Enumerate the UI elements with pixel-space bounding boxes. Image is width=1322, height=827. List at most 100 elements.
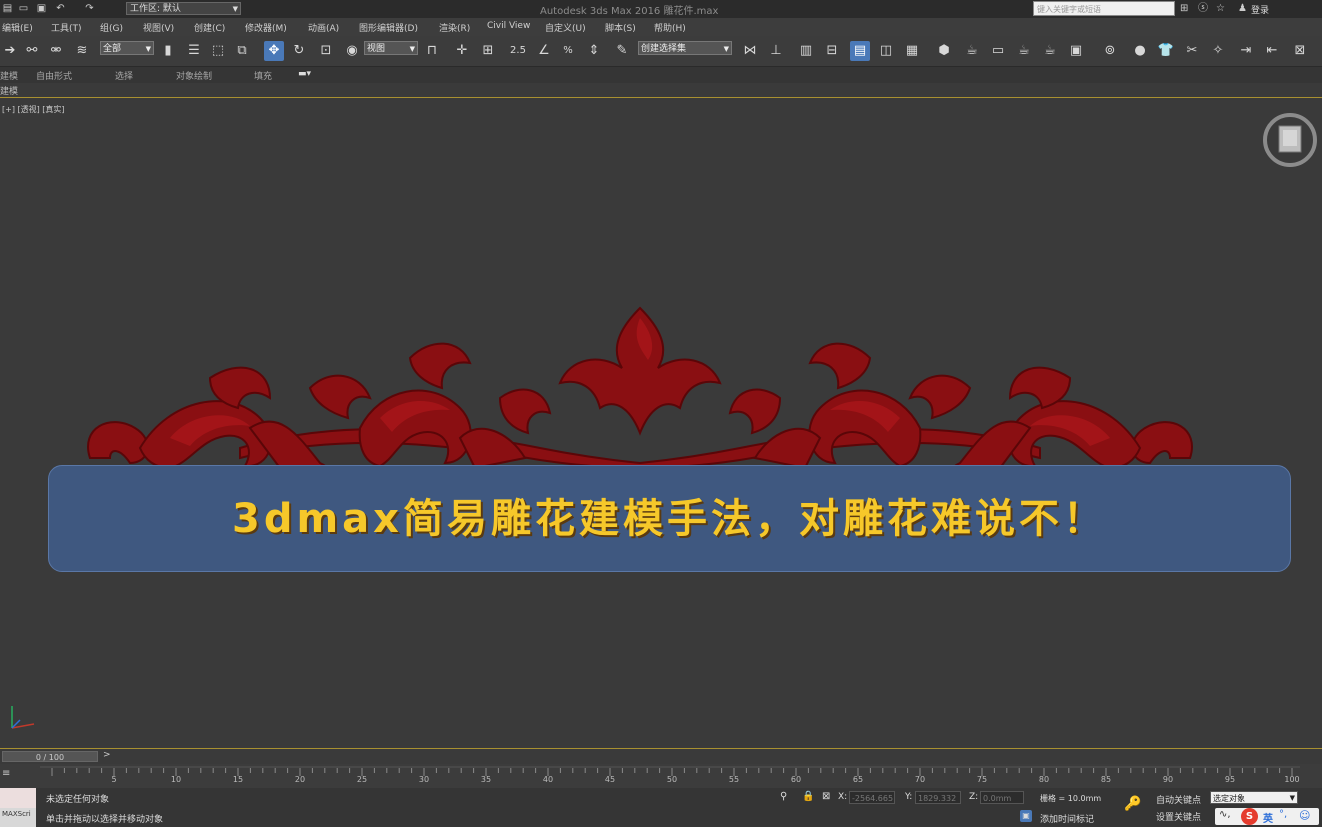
render-online-icon[interactable]: ▣ [1066, 41, 1086, 61]
menu-animation[interactable]: 动画(A) [308, 21, 339, 34]
schematic-view-icon[interactable]: ▦ [902, 41, 922, 61]
import-icon[interactable]: ⇤ [1262, 41, 1282, 61]
maxscript-listener[interactable]: MAXScri [0, 788, 36, 827]
material-editor-icon[interactable]: ⬢ [934, 41, 954, 61]
menu-tools[interactable]: 工具(T) [51, 21, 82, 34]
menu-help[interactable]: 帮助(H) [654, 21, 686, 34]
tab-modeling[interactable]: 建模 [0, 69, 18, 82]
selection-filter-dropdown[interactable]: 全部 ▼ [100, 41, 154, 55]
search-input[interactable]: 键入关键字或短语 [1033, 1, 1175, 16]
rect-selection-icon[interactable]: ⬚ [208, 41, 228, 61]
render-iterative-icon[interactable]: ☕ [1040, 41, 1060, 61]
next-frame-arrow[interactable]: > [103, 750, 111, 760]
perspective-viewport[interactable]: [+] [透视] [真实] 3dmax简易雕花建模手法，对雕花难说不！ [0, 98, 1322, 748]
ime-emoji-icon[interactable]: ☺ [1299, 809, 1310, 822]
x-coordinate-field[interactable]: -2564.665 [849, 791, 895, 804]
track-bar[interactable]: ≡ 5 10 15 20 25 30 35 40 45 50 55 60 65 70 75 80 85 90 95 1… [0, 764, 1322, 788]
menu-modifiers[interactable]: 修改器(M) [245, 21, 287, 34]
open-file-icon[interactable]: ▭ [18, 3, 29, 14]
binoculars-icon[interactable]: ⊞ [1180, 3, 1188, 15]
filter-icon[interactable]: ≡ [2, 768, 10, 779]
link-icon[interactable]: ⚯ [22, 41, 42, 61]
user-icon[interactable]: ♟ [1238, 3, 1247, 15]
wand-icon[interactable]: ✧ [1208, 41, 1228, 61]
render-teapot-icon[interactable]: ☕ [1014, 41, 1034, 61]
export-icon[interactable]: ⇥ [1236, 41, 1256, 61]
menu-scripting[interactable]: 脚本(S) [605, 21, 636, 34]
viewcube[interactable] [1262, 112, 1318, 168]
undo-icon[interactable]: ↶ [55, 3, 66, 14]
ime-toolbar[interactable]: ∿, S 英 °, ☺ [1215, 808, 1319, 825]
scene-explorer-icon[interactable]: ⊟ [822, 41, 842, 61]
key-filter-dropdown[interactable]: 选定对象 ▼ [1210, 791, 1298, 804]
ribbon-options-icon[interactable]: ▬▾ [298, 69, 311, 79]
manipulate-icon[interactable]: ✛ [452, 41, 472, 61]
app-menu-icon[interactable]: ▤ [2, 3, 13, 14]
arrow-right-icon[interactable]: ➔ [0, 41, 20, 61]
workspace-dropdown[interactable]: 工作区: 默认 ▼ [126, 2, 241, 15]
render-setup-icon[interactable]: ☕ [962, 41, 982, 61]
sphere-icon[interactable]: ● [1130, 41, 1150, 61]
select-move-icon[interactable]: ✥ [264, 41, 284, 61]
bind-space-warp-icon[interactable]: ≋ [72, 41, 92, 61]
ime-language[interactable]: 英 [1263, 810, 1273, 825]
rendered-frame-icon[interactable]: ▭ [988, 41, 1008, 61]
select-scale-icon[interactable]: ⊡ [316, 41, 336, 61]
mirror-icon[interactable]: ⋈ [740, 41, 760, 61]
placement-icon[interactable]: ◉ [342, 41, 362, 61]
add-time-tag[interactable]: 添加时间标记 [1040, 812, 1094, 825]
key-icon[interactable]: 🔑 [1124, 796, 1141, 812]
keyboard-shortcut-icon[interactable]: ⊞ [478, 41, 498, 61]
snap-toggle-icon[interactable]: 2.5 [508, 41, 528, 61]
maxscript-input[interactable] [0, 788, 36, 808]
save-file-icon[interactable]: ▣ [36, 3, 47, 14]
time-tag-icon[interactable]: ▣ [1020, 810, 1032, 822]
time-slider[interactable]: 0 / 100 [2, 751, 98, 762]
menu-group[interactable]: 组(G) [100, 21, 123, 34]
percent-snap-icon[interactable]: % [558, 41, 578, 61]
ime-punct-icon[interactable]: °, [1279, 809, 1287, 820]
menu-views[interactable]: 视图(V) [143, 21, 174, 34]
tab-object-paint[interactable]: 对象绘制 [176, 69, 212, 82]
menu-create[interactable]: 创建(C) [194, 21, 225, 34]
menu-graph-editors[interactable]: 图形编辑器(D) [359, 21, 418, 34]
menu-customize[interactable]: 自定义(U) [545, 21, 586, 34]
carved-ornament-model[interactable] [80, 298, 1200, 468]
select-object-icon[interactable]: ▮ [158, 41, 178, 61]
viewport-layout-icon[interactable]: ⊚ [1100, 41, 1120, 61]
spinner-snap-icon[interactable]: ⇕ [584, 41, 604, 61]
menu-civil-view[interactable]: Civil View [487, 21, 530, 31]
lock-icon[interactable]: 🔒 [802, 791, 814, 802]
isolate-icon[interactable]: ⚲ [780, 791, 787, 802]
named-selection-dropdown[interactable]: 创建选择集 ▼ [638, 41, 732, 55]
reference-coordinate-dropdown[interactable]: 视图 ▼ [364, 41, 418, 55]
auto-key-button[interactable]: 自动关键点 [1156, 793, 1201, 806]
tab-freeform[interactable]: 自由形式 [36, 69, 72, 82]
layer-manager-icon[interactable]: ▥ [796, 41, 816, 61]
select-rotate-icon[interactable]: ↻ [289, 41, 309, 61]
absolute-mode-icon[interactable]: ⊠ [822, 791, 830, 802]
unlink-icon[interactable]: ⚮ [46, 41, 66, 61]
viewport-label[interactable]: [+] [透视] [真实] [2, 104, 65, 115]
ribbon-toggle-icon[interactable]: ▤ [850, 41, 870, 61]
redo-icon[interactable]: ↷ [84, 3, 95, 14]
menu-rendering[interactable]: 渲染(R) [439, 21, 470, 34]
menu-edit[interactable]: 编辑(E) [2, 21, 33, 34]
window-crossing-icon[interactable]: ⧉ [232, 41, 252, 61]
pivot-center-icon[interactable]: ⊓ [422, 41, 442, 61]
align-icon[interactable]: ⊥ [766, 41, 786, 61]
star-icon[interactable]: ☆ [1216, 3, 1225, 15]
shirt-icon[interactable]: 👕 [1156, 41, 1176, 61]
edit-named-selection-icon[interactable]: ✎ [612, 41, 632, 61]
select-by-name-icon[interactable]: ☰ [184, 41, 204, 61]
hair-icon[interactable]: ✂ [1182, 41, 1202, 61]
curve-editor-icon[interactable]: ◫ [876, 41, 896, 61]
angle-snap-icon[interactable]: ∠ [534, 41, 554, 61]
y-coordinate-field[interactable]: 1829.332 [915, 791, 961, 804]
set-key-button[interactable]: 设置关键点 [1156, 810, 1201, 823]
z-coordinate-field[interactable]: 0.0mm [980, 791, 1024, 804]
subscription-icon[interactable]: ⓢ [1198, 3, 1208, 15]
tab-selection[interactable]: 选择 [115, 69, 133, 82]
close-panel-icon[interactable]: ⊠ [1290, 41, 1310, 61]
tab-populate[interactable]: 填充 [254, 69, 272, 82]
